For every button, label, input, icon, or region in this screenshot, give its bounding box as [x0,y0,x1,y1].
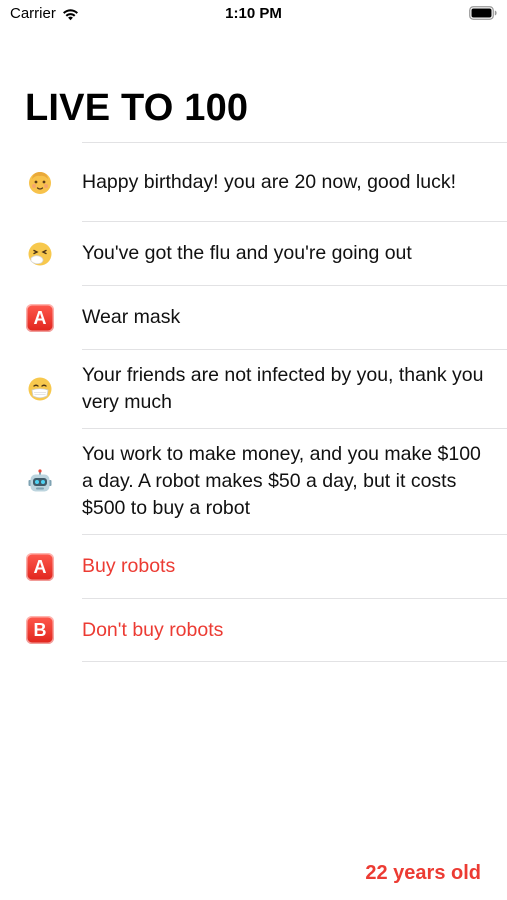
letter-a-button-icon: A [25,303,55,333]
choice-badge: A [26,303,54,332]
list-item: A Wear mask [26,285,507,349]
event-text: You've got the flu and you're going out [82,242,412,264]
event-text: You work to make money, and you make $10… [82,443,481,519]
list-item: Your friends are not infected by you, th… [28,349,507,428]
chosen-option-text: Wear mask [82,306,181,328]
sneezing-face-emoji-icon [25,239,55,269]
choice-badge: A [26,552,54,581]
list-item: You work to make money, and you make $10… [28,428,507,534]
option-text[interactable]: Buy robots [82,553,175,580]
robot-face-emoji-icon [25,467,55,497]
choice-badge: B [26,616,54,644]
page-title: LIVE TO 100 [25,87,249,129]
story-feed: Happy birthday! you are 20 now, good luc… [0,142,507,662]
status-time: 1:10 PM [225,5,282,22]
battery-icon [469,6,497,20]
face-with-mask-emoji-icon [25,374,55,404]
list-item: You've got the flu and you're going out [28,221,507,285]
age-label: 22 years old [365,862,481,884]
option-row-dont-buy-robots[interactable]: B Don't buy robots [26,598,507,662]
option-text[interactable]: Don't buy robots [82,617,223,644]
baby-face-emoji-icon [25,167,55,197]
option-row-buy-robots[interactable]: A Buy robots [26,534,507,598]
letter-b-button-icon: B [25,615,55,645]
list-item: Happy birthday! you are 20 now, good luc… [29,142,507,221]
event-text: Your friends are not infected by you, th… [82,364,484,413]
status-bar: Carrier 1:10 PM [0,0,507,30]
letter-a-button-icon: A [25,552,55,582]
event-text: Happy birthday! you are 20 now, good luc… [82,170,456,193]
